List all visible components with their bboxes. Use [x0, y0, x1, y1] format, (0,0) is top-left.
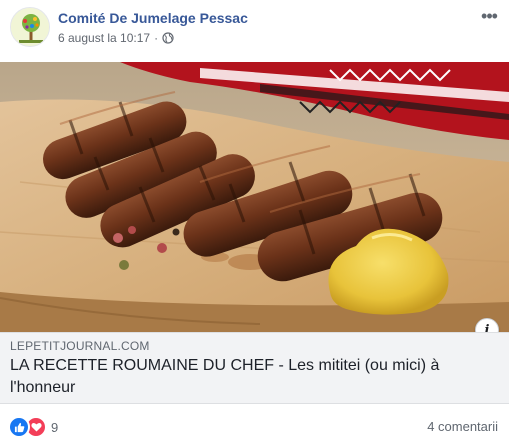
like-icon: [8, 416, 30, 438]
post-header: Comité De Jumelage Pessac 6 august la 10…: [0, 0, 509, 60]
reaction-count: 9: [51, 419, 59, 435]
link-domain: LEPETITJOURNAL.COM: [10, 339, 150, 353]
link-preview-info[interactable]: LEPETITJOURNAL.COM LA RECETTE ROUMAINE D…: [0, 332, 509, 404]
comments-count-link[interactable]: 4 comentarii: [427, 419, 498, 434]
more-options-button[interactable]: •••: [477, 6, 501, 26]
globe-icon[interactable]: [162, 32, 174, 44]
page-name-link[interactable]: Comité De Jumelage Pessac: [58, 10, 248, 26]
meta-separator: ·: [154, 31, 159, 45]
post-footer: 9 4 comentarii: [0, 410, 509, 442]
link-preview-image[interactable]: [0, 62, 509, 332]
post-timestamp[interactable]: 6 august la 10:17: [58, 31, 150, 45]
reactions-summary[interactable]: 9: [8, 416, 58, 438]
link-headline[interactable]: LA RECETTE ROUMAINE DU CHEF - Les mitite…: [10, 355, 480, 399]
post-meta: 6 august la 10:17 ·: [58, 31, 174, 45]
page-avatar[interactable]: [10, 7, 50, 47]
